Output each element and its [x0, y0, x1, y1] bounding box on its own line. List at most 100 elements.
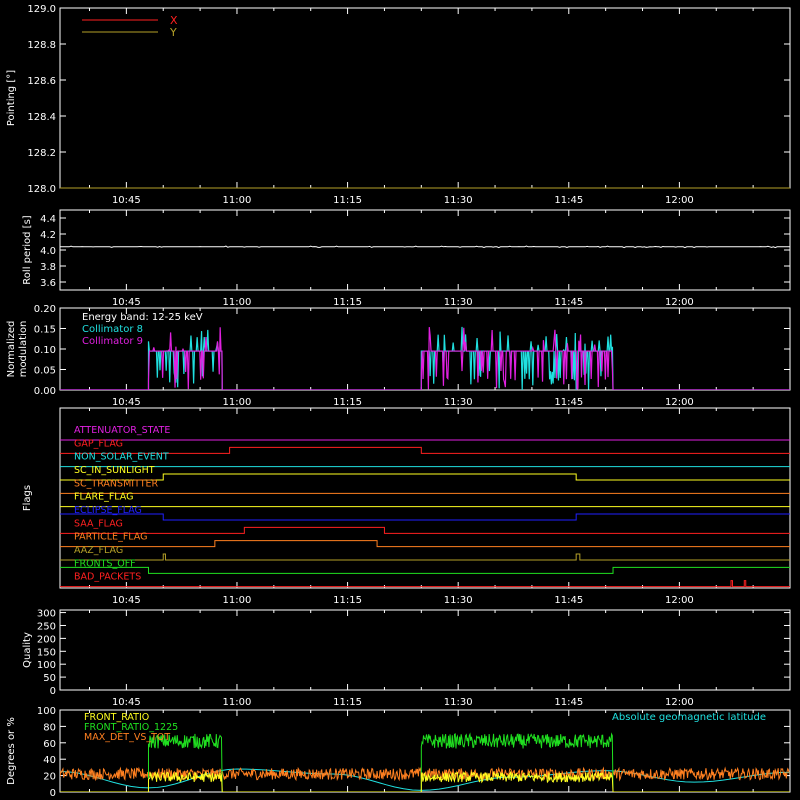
- x-tick-label: 11:15: [333, 397, 362, 408]
- y-axis-label: Pointing [°]: [6, 70, 17, 126]
- panel-modulation: 10:45 11:00 11:15 11:30 11:45 12:00 0.00 0.05 0.…: [6, 304, 791, 408]
- legend-label: Y: [169, 26, 177, 39]
- y-tick-label: 80: [43, 722, 56, 733]
- flag-label: PARTICLE_FLAG: [74, 532, 147, 543]
- x-tick-label: 12:00: [665, 397, 694, 408]
- y-tick-label: 0: [50, 788, 56, 799]
- x-tick-label: 11:00: [223, 595, 252, 606]
- x-tick-label: 10:45: [112, 297, 141, 308]
- y-tick-label: 0.10: [34, 345, 56, 356]
- flag-label: NON_SOLAR_EVENT: [74, 452, 169, 463]
- legend-label: MAX_DET_VS_TOT: [84, 732, 170, 743]
- flag-line-gap-flag: [60, 446, 790, 454]
- x-tick-label: 12:00: [665, 697, 694, 708]
- x-tick-label: 11:15: [333, 297, 362, 308]
- x-tick-label: 11:00: [223, 297, 252, 308]
- legend-label: Collimator 9: [82, 336, 143, 347]
- panel-ratios: 020406080100Degrees or % FRONT_RATIOFRONT…: [6, 706, 791, 799]
- x-tick-label: 11:30: [444, 297, 473, 308]
- legend-label: Collimator 8: [82, 324, 143, 335]
- x-tick-label: 11:45: [554, 595, 583, 606]
- x-tick-label: 12:00: [665, 595, 694, 606]
- roll-period-line: [60, 245, 790, 249]
- flag-line-bad-packets: [60, 580, 790, 588]
- plot-frame: [59, 609, 791, 691]
- y-tick-label: 3.6: [40, 278, 56, 289]
- y-tick-label: 4.2: [40, 230, 56, 241]
- y-tick-label: 0.20: [34, 304, 56, 315]
- flag-line-eclipse-flag: [60, 513, 790, 521]
- y-axis-label: modulation: [18, 321, 29, 378]
- y-tick-label: 4.4: [40, 214, 56, 225]
- x-tick-label: 11:15: [333, 195, 362, 206]
- y-tick-label: 0.05: [34, 366, 56, 377]
- flag-label: ECLIPSE_FLAG: [74, 505, 142, 516]
- x-tick-label: 10:45: [112, 595, 141, 606]
- y-axis-label: Roll period [s]: [22, 215, 33, 284]
- x-tick-label: 11:30: [444, 595, 473, 606]
- panel-quality: 10:45 11:00 11:15 11:30 11:45 12:00 0 50 100 150 2…: [22, 609, 791, 708]
- flag-line-sc-in-sunlight: [60, 473, 790, 481]
- y-tick-label: 129.0: [27, 4, 56, 15]
- x-tick-label: 10:45: [112, 397, 141, 408]
- flag-label: ATTENUATOR_STATE: [74, 425, 170, 436]
- y-tick-label: 0.00: [34, 386, 56, 397]
- y-tick-label: 128.4: [27, 112, 56, 123]
- y-tick-label: 300: [37, 609, 56, 620]
- y-tick-label: 128.6: [27, 76, 56, 87]
- flag-label: SC_TRANSMITTER: [74, 478, 159, 489]
- y-tick-label: 128.0: [27, 184, 56, 195]
- geomagnetic-latitude-label: Absolute geomagnetic latitude: [612, 712, 766, 723]
- y-tick-label: 100: [37, 660, 56, 671]
- flag-label: FRONTS_OFF: [74, 558, 136, 569]
- x-tick-label: 10:45: [112, 195, 141, 206]
- x-tick-label: 11:30: [444, 397, 473, 408]
- x-tick-label: 11:45: [554, 297, 583, 308]
- x-tick-label: 11:15: [333, 595, 362, 606]
- y-tick-label: 128.2: [27, 148, 56, 159]
- y-axis-label: Quality: [22, 632, 33, 668]
- flag-line-saa-flag: [60, 526, 790, 534]
- panel-pointing: 10:45 11:00 11:15 11:30 11:45 12:00 128.0 128.2…: [6, 4, 791, 206]
- y-axis-label: Flags: [22, 485, 33, 511]
- series-line-collimator-8: [60, 326, 790, 390]
- flag-label: SC_IN_SUNLIGHT: [74, 465, 155, 476]
- x-tick-label: 11:30: [444, 195, 473, 206]
- plot-frame: [59, 209, 791, 291]
- multi-panel-chart: 10:45 11:00 11:15 11:30 11:45 12:00 128.0 128.2…: [6, 4, 791, 799]
- y-tick-label: 4.0: [40, 246, 56, 257]
- modulation-series: [60, 326, 790, 390]
- y-tick-label: 200: [37, 634, 56, 645]
- flag-label: SAA_FLAG: [74, 518, 123, 529]
- flag-label: GAP_FLAG: [74, 438, 123, 449]
- flag-line-aaz-flag: [60, 553, 790, 561]
- y-tick-label: 250: [37, 621, 56, 632]
- energy-band-annotation: Energy band: 12-25 keV: [82, 312, 203, 323]
- x-tick-label: 11:45: [554, 195, 583, 206]
- x-tick-label: 10:45: [112, 697, 141, 708]
- panel-flags: 10:45 11:00 11:15 11:30 11:45 12:00 Flags ATTEN…: [22, 407, 791, 606]
- x-tick-label: 11:00: [223, 397, 252, 408]
- x-tick-label: 11:00: [223, 195, 252, 206]
- y-tick-label: 150: [37, 647, 56, 658]
- flag-line-particle-flag: [60, 540, 790, 548]
- x-tick-label: 11:30: [444, 697, 473, 708]
- flag-label: BAD_PACKETS: [74, 572, 141, 583]
- x-tick-label: 12:00: [665, 297, 694, 308]
- x-tick-label: 11:45: [554, 697, 583, 708]
- y-tick-label: 60: [43, 739, 56, 750]
- y-tick-label: 20: [43, 772, 56, 783]
- x-tick-label: 11:45: [554, 397, 583, 408]
- x-tick-label: 12:00: [665, 195, 694, 206]
- y-tick-label: 3.8: [40, 262, 56, 273]
- x-tick-label: 11:15: [333, 697, 362, 708]
- y-tick-label: 0: [50, 686, 56, 697]
- y-tick-label: 0.15: [34, 325, 56, 336]
- flag-label: FLARE_FLAG: [74, 492, 134, 503]
- y-tick-label: 100: [37, 706, 56, 717]
- y-tick-label: 50: [43, 673, 56, 684]
- y-tick-label: 128.8: [27, 40, 56, 51]
- y-axis-label: Normalized: [6, 321, 17, 378]
- flag-label: AAZ_FLAG: [74, 545, 123, 556]
- y-tick-label: 40: [43, 755, 56, 766]
